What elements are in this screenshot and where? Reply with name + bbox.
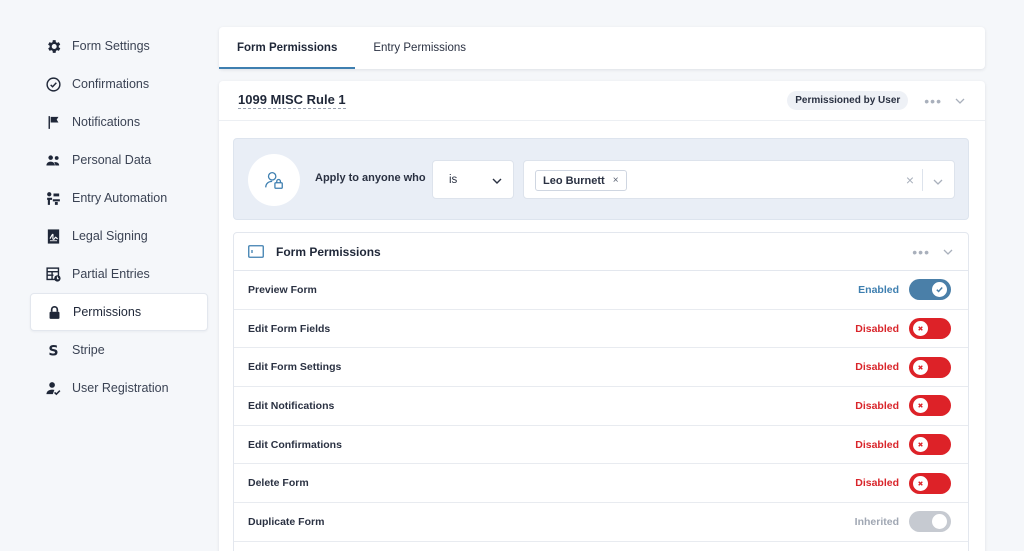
- sidebar-item-label: Notifications: [72, 115, 141, 129]
- permission-row-edit-form-settings: Edit Form Settings Disabled: [234, 348, 968, 388]
- divider: [922, 169, 923, 191]
- permission-status: Disabled: [855, 477, 899, 490]
- permissions-tabs: Form Permissions Entry Permissions: [219, 27, 985, 69]
- permission-row-edit-confirmations: Edit Confirmations Disabled: [234, 426, 968, 465]
- condition-box: Apply to anyone who is Leo Burnett × ×: [233, 138, 969, 220]
- rule-header: 1099 MISC Rule 1 Permissioned by User ••…: [219, 81, 985, 121]
- gear-icon: [44, 37, 62, 55]
- chip-remove-icon[interactable]: ×: [613, 175, 619, 186]
- sidebar-item-user-registration[interactable]: User Registration: [30, 369, 208, 407]
- clear-icon[interactable]: ×: [906, 172, 914, 188]
- automation-icon: [44, 189, 62, 207]
- permission-name: Duplicate Form: [248, 515, 325, 528]
- operator-value: is: [449, 173, 458, 186]
- sidebar-item-label: Stripe: [72, 343, 105, 357]
- permission-name: Preview Form: [248, 283, 317, 296]
- chevron-down-icon[interactable]: [942, 246, 954, 258]
- permission-toggle[interactable]: [909, 395, 951, 417]
- sidebar-item-label: Personal Data: [72, 153, 152, 167]
- operator-select[interactable]: is: [432, 160, 514, 199]
- permission-name: Edit Notifications: [248, 399, 335, 412]
- window-icon: [248, 245, 264, 258]
- user-chip: Leo Burnett ×: [535, 170, 627, 191]
- sidebar-item-legal-signing[interactable]: Legal Signing: [30, 217, 208, 255]
- lock-icon: [45, 303, 63, 321]
- permission-status: Disabled: [855, 322, 899, 335]
- x-icon: [913, 321, 928, 337]
- user-chip-label: Leo Burnett: [543, 174, 605, 187]
- chevron-down-icon[interactable]: [932, 175, 944, 193]
- permission-name: Edit Form Fields: [248, 322, 331, 335]
- sidebar-item-label: Form Settings: [72, 39, 150, 53]
- sidebar-item-label: Entry Automation: [72, 191, 168, 205]
- more-options-icon[interactable]: •••: [924, 94, 942, 108]
- permission-row-edit-form-fields: Edit Form Fields Disabled: [234, 310, 968, 349]
- permission-status: Enabled: [858, 283, 899, 296]
- chevron-down-icon[interactable]: [954, 95, 966, 107]
- permission-row-edit-notifications: Edit Notifications Disabled: [234, 387, 968, 426]
- permission-status: Inherited: [854, 515, 899, 528]
- x-icon: [913, 437, 928, 453]
- user-check-icon: [44, 379, 62, 397]
- svg-text:S: S: [48, 343, 58, 359]
- permission-row-delete-form: Delete Form Disabled: [234, 464, 968, 504]
- user-lock-icon: [248, 154, 300, 206]
- signature-icon: [44, 227, 62, 245]
- permission-status: Disabled: [855, 438, 899, 451]
- rule-card: 1099 MISC Rule 1 Permissioned by User ••…: [219, 81, 985, 551]
- sidebar-item-entry-automation[interactable]: Entry Automation: [30, 179, 208, 217]
- tab-form-permissions[interactable]: Form Permissions: [219, 27, 356, 69]
- partial-entries-icon: [44, 265, 62, 283]
- check-circle-icon: [44, 75, 62, 93]
- sidebar-item-label: User Registration: [72, 381, 169, 395]
- permission-toggle[interactable]: [909, 318, 951, 340]
- permission-toggle[interactable]: [909, 279, 951, 301]
- permission-status: Disabled: [855, 399, 899, 412]
- x-icon: [913, 398, 928, 414]
- form-permissions-panel: Form Permissions ••• Preview Form Enable…: [233, 232, 969, 551]
- tab-entry-permissions[interactable]: Entry Permissions: [355, 27, 484, 69]
- permission-name: Edit Confirmations: [248, 438, 342, 451]
- more-options-icon[interactable]: •••: [912, 245, 930, 259]
- sidebar-item-partial-entries[interactable]: Partial Entries: [30, 255, 208, 293]
- form-permissions-header: Form Permissions •••: [234, 233, 968, 271]
- permission-toggle[interactable]: [909, 434, 951, 456]
- rule-title[interactable]: 1099 MISC Rule 1: [238, 92, 346, 109]
- check-icon: [932, 282, 947, 298]
- sidebar-item-label: Partial Entries: [72, 267, 150, 281]
- toggle-knob: [932, 514, 947, 530]
- sidebar-item-label: Permissions: [73, 305, 142, 319]
- permission-type-badge: Permissioned by User: [787, 91, 909, 110]
- sidebar-item-stripe[interactable]: S Stripe: [30, 331, 208, 369]
- flag-icon: [44, 113, 62, 131]
- permission-toggle[interactable]: [909, 511, 951, 533]
- x-icon: [913, 475, 928, 491]
- sidebar-item-label: Confirmations: [72, 77, 150, 91]
- permission-row-duplicate-form: Duplicate Form Inherited: [234, 503, 968, 542]
- user-multiselect[interactable]: Leo Burnett × ×: [523, 160, 955, 199]
- sidebar-item-notifications[interactable]: Notifications: [30, 103, 208, 141]
- form-permissions-title: Form Permissions: [276, 244, 381, 259]
- sidebar-item-label: Legal Signing: [72, 229, 148, 243]
- sidebar-item-confirmations[interactable]: Confirmations: [30, 65, 208, 103]
- users-icon: [44, 151, 62, 169]
- sidebar-item-permissions[interactable]: Permissions: [30, 293, 208, 331]
- permission-status: Disabled: [855, 361, 899, 374]
- sidebar-item-form-settings[interactable]: Form Settings: [30, 27, 208, 65]
- permission-toggle[interactable]: [909, 356, 951, 378]
- x-icon: [913, 359, 928, 375]
- settings-sidebar: Form Settings Confirmations Notification…: [30, 27, 208, 407]
- condition-label: Apply to anyone who: [315, 172, 426, 184]
- permission-name: Edit Form Settings: [248, 361, 342, 374]
- permission-name: Delete Form: [248, 477, 309, 490]
- stripe-icon: S: [44, 341, 62, 359]
- sidebar-item-personal-data[interactable]: Personal Data: [30, 141, 208, 179]
- permission-toggle[interactable]: [909, 472, 951, 494]
- permission-row-preview-form: Preview Form Enabled: [234, 271, 968, 310]
- chevron-down-icon: [491, 175, 503, 190]
